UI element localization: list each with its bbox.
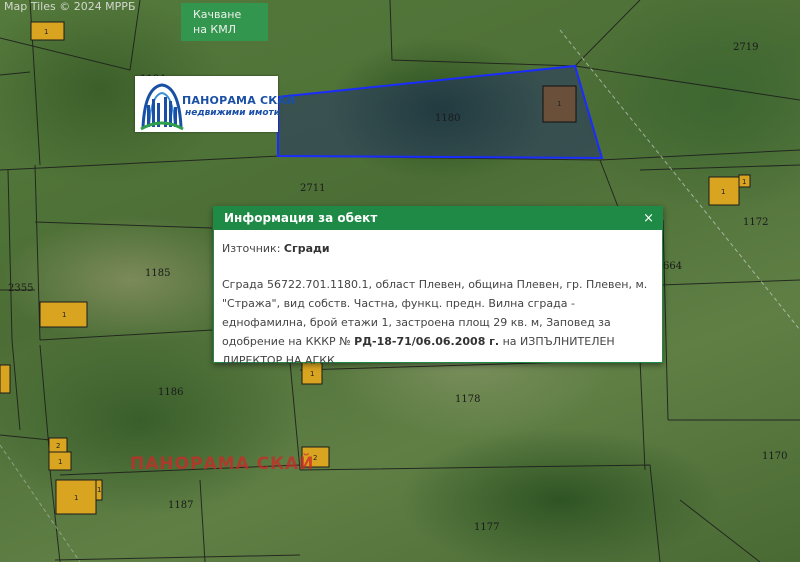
object-info-popup: Информация за обект × Източник: Сгради С… [213, 206, 663, 367]
parcel-label: 1185 [145, 268, 170, 279]
logo-emblem-icon [140, 83, 184, 131]
building-label: 1 [742, 178, 746, 186]
building-label: 1 [62, 311, 66, 319]
parcel-label: 1172 [743, 217, 768, 228]
popup-title: Информация за обект [224, 211, 378, 225]
parcel-label: 2355 [8, 283, 33, 294]
building-label: 1 [44, 28, 48, 36]
logo-title: ПАНОРАМА СКАЙ [182, 94, 296, 107]
order-number: РД-18-71/06.06.2008 г. [354, 335, 500, 348]
popup-body: Източник: Сгради Сграда 56722.701.1180.1… [214, 230, 662, 370]
building-label: 1 [310, 370, 314, 378]
building-label: 1 [97, 486, 101, 494]
source-label: Източник: [222, 242, 281, 255]
building-label: 1 [74, 494, 78, 502]
popup-description: Сграда 56722.701.1180.1, област Плевен, … [222, 275, 654, 370]
source-value: Сгради [283, 242, 330, 255]
popup-header: Информация за обект × [214, 207, 662, 230]
building-label: 1 [58, 458, 62, 466]
parcel-label: 1178 [455, 394, 480, 405]
parcel-label: 1180 [435, 113, 460, 124]
upload-kml-button[interactable]: Качване на КМЛ [181, 3, 268, 41]
building-label: 1 [721, 188, 725, 196]
parcel-label: 1187 [168, 500, 193, 511]
cadastral-map[interactable]: 1184 1180 2719 2711 1172 1185 2355 1186 … [0, 0, 800, 562]
parcel-label: 1177 [474, 522, 499, 533]
parcel-label: 2719 [733, 42, 758, 53]
company-logo: ПАНОРАМА СКАЙ недвижими имоти [135, 76, 295, 132]
watermark: ПАНОРАМА СКАЙ [130, 454, 315, 474]
map-attribution: Map Tiles © 2024 МРРБ [4, 0, 136, 13]
close-icon[interactable]: × [643, 207, 654, 230]
building-label: 1 [557, 100, 561, 108]
popup-source: Източник: Сгради [222, 239, 654, 258]
parcel-label: 1186 [158, 387, 183, 398]
parcel-label: 664 [663, 261, 682, 272]
parcel-label: 1170 [762, 451, 787, 462]
parcel-label: 2711 [300, 183, 325, 194]
building-label: 2 [56, 442, 60, 450]
logo-subtitle: недвижими имоти [185, 108, 281, 118]
